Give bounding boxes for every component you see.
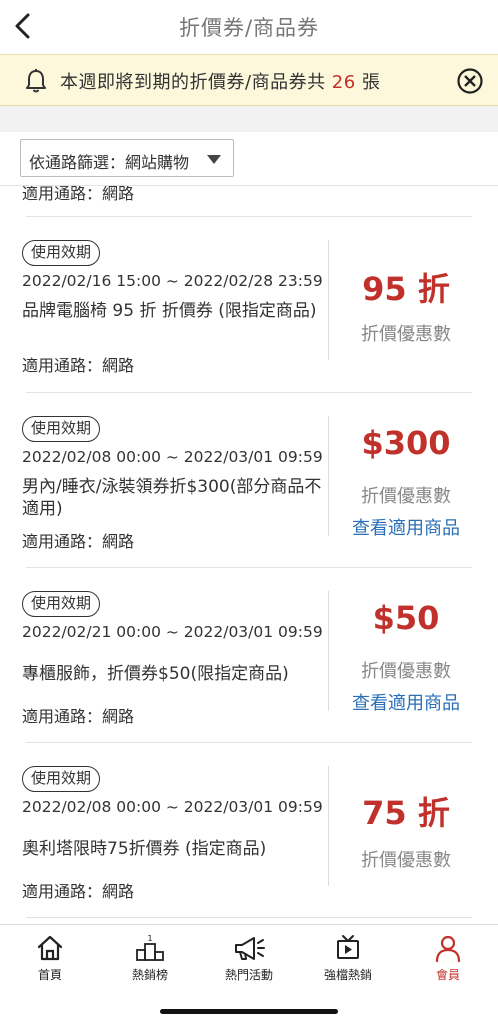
validity-badge: 使用效期	[22, 766, 101, 792]
notice-suffix: 張	[355, 72, 381, 93]
expiring-count: 26	[331, 72, 356, 93]
view-applicable-products-link[interactable]: 查看適用商品	[330, 514, 482, 540]
page-title: 折價券/商品券	[178, 16, 320, 40]
podium-icon: 1	[136, 934, 164, 961]
validity-badge: 使用效期	[22, 416, 101, 442]
caret-down-icon	[207, 155, 221, 164]
validity-period: 2022/02/21 00:00 ~ 2022/03/01 09:59	[22, 623, 323, 641]
coupon-channel-partial: 適用通路：網路	[22, 186, 135, 203]
home-indicator[interactable]	[160, 1009, 338, 1014]
coupon-divider	[26, 216, 472, 217]
validity-period: 2022/02/16 15:00 ~ 2022/02/28 23:59	[22, 272, 323, 290]
coupon-title: 男內/睡衣/泳裝領券折$300(部分商品不適用)	[22, 477, 322, 519]
svg-text:1: 1	[147, 934, 152, 943]
validity-period: 2022/02/08 00:00 ~ 2022/03/01 09:59	[22, 448, 323, 466]
coupon-channel: 適用通路：網路	[22, 356, 135, 375]
expiry-notice-text: 本週即將到期的折價券/商品券共 26 張	[60, 68, 380, 94]
notice-prefix: 本週即將到期的折價券/商品券共	[60, 72, 332, 93]
tab-member[interactable]: 會員	[398, 933, 498, 989]
megaphone-icon	[235, 937, 265, 960]
discount-amount-label: 折價優惠數	[361, 850, 451, 871]
coupon-card[interactable]: 使用效期 2022/02/08 00:00 ~ 2022/03/01 09:59…	[0, 416, 498, 591]
coupon-separator	[328, 591, 329, 711]
coupon-channel: 適用通路：網路	[22, 882, 135, 901]
tab-featured[interactable]: 強檔熱銷	[298, 933, 398, 989]
coupon-card[interactable]: 使用效期 2022/02/16 15:00 ~ 2022/02/28 23:59…	[0, 240, 498, 415]
filter-bar: 依通路篩選：網站購物	[0, 132, 498, 186]
tab-bestsellers-label: 熱銷榜	[131, 968, 168, 982]
discount-amount: 95 折	[362, 270, 450, 308]
bell-icon	[26, 69, 46, 93]
coupon-channel: 適用通路：網路	[22, 532, 135, 551]
expiry-notice-banner: 本週即將到期的折價券/商品券共 26 張	[0, 54, 498, 106]
coupon-separator	[328, 766, 329, 886]
channel-filter-label: 依通路篩選：網站購物	[29, 153, 190, 172]
tab-member-label: 會員	[435, 968, 460, 982]
channel-filter-dropdown[interactable]: 依通路篩選：網站購物	[20, 139, 234, 177]
close-notice-button[interactable]	[456, 67, 484, 95]
tab-featured-label: 強檔熱銷	[323, 968, 372, 982]
tab-home-label: 首頁	[37, 968, 62, 982]
coupon-card[interactable]: 使用效期 2022/02/21 00:00 ~ 2022/03/01 09:59…	[0, 591, 498, 766]
coupon-divider	[26, 567, 472, 568]
tab-hot-events-label: 熱門活動	[224, 968, 273, 982]
discount-amount: $50	[372, 599, 440, 637]
coupon-title: 專櫃服飾，折價券$50(限指定商品)	[22, 664, 289, 684]
top-navigation-bar: 折價券/商品券	[0, 0, 498, 52]
coupon-divider	[26, 742, 472, 743]
coupon-separator	[328, 240, 329, 360]
coupon-divider	[26, 917, 472, 918]
tv-icon	[337, 935, 359, 959]
bottom-tab-bar: 首頁 1 熱銷榜 熱門活動 強檔熱銷 會員	[0, 924, 498, 1024]
close-circle-icon	[457, 68, 483, 94]
coupon-channel: 適用通路：網路	[22, 707, 135, 726]
coupon-card[interactable]: 使用效期 2022/02/08 00:00 ~ 2022/03/01 09:59…	[0, 766, 498, 924]
validity-badge: 使用效期	[22, 240, 101, 266]
validity-badge: 使用效期	[22, 591, 101, 617]
coupon-separator	[328, 416, 329, 536]
tab-home[interactable]: 首頁	[0, 933, 100, 989]
tab-hot-events[interactable]: 熱門活動	[199, 933, 299, 989]
home-icon	[37, 935, 63, 961]
coupon-list[interactable]: 適用通路：網路 使用效期 2022/02/16 15:00 ~ 2022/02/…	[0, 186, 498, 924]
validity-period: 2022/02/08 00:00 ~ 2022/03/01 09:59	[22, 798, 323, 816]
discount-amount-label: 折價優惠數	[361, 661, 451, 682]
discount-amount-label: 折價優惠數	[361, 324, 451, 345]
section-spacer	[0, 106, 498, 132]
coupon-divider	[26, 392, 472, 393]
discount-amount: 75 折	[362, 794, 450, 832]
coupon-title: 品牌電腦椅 95 折 折價券 (限指定商品)	[22, 301, 317, 321]
coupon-title: 奧利塔限時75折價券 (指定商品)	[22, 839, 267, 859]
tab-bestsellers[interactable]: 1 熱銷榜	[100, 933, 200, 989]
discount-amount: $300	[361, 424, 451, 462]
user-icon	[435, 935, 461, 963]
view-applicable-products-link[interactable]: 查看適用商品	[330, 689, 482, 715]
discount-amount-label: 折價優惠數	[361, 486, 451, 507]
